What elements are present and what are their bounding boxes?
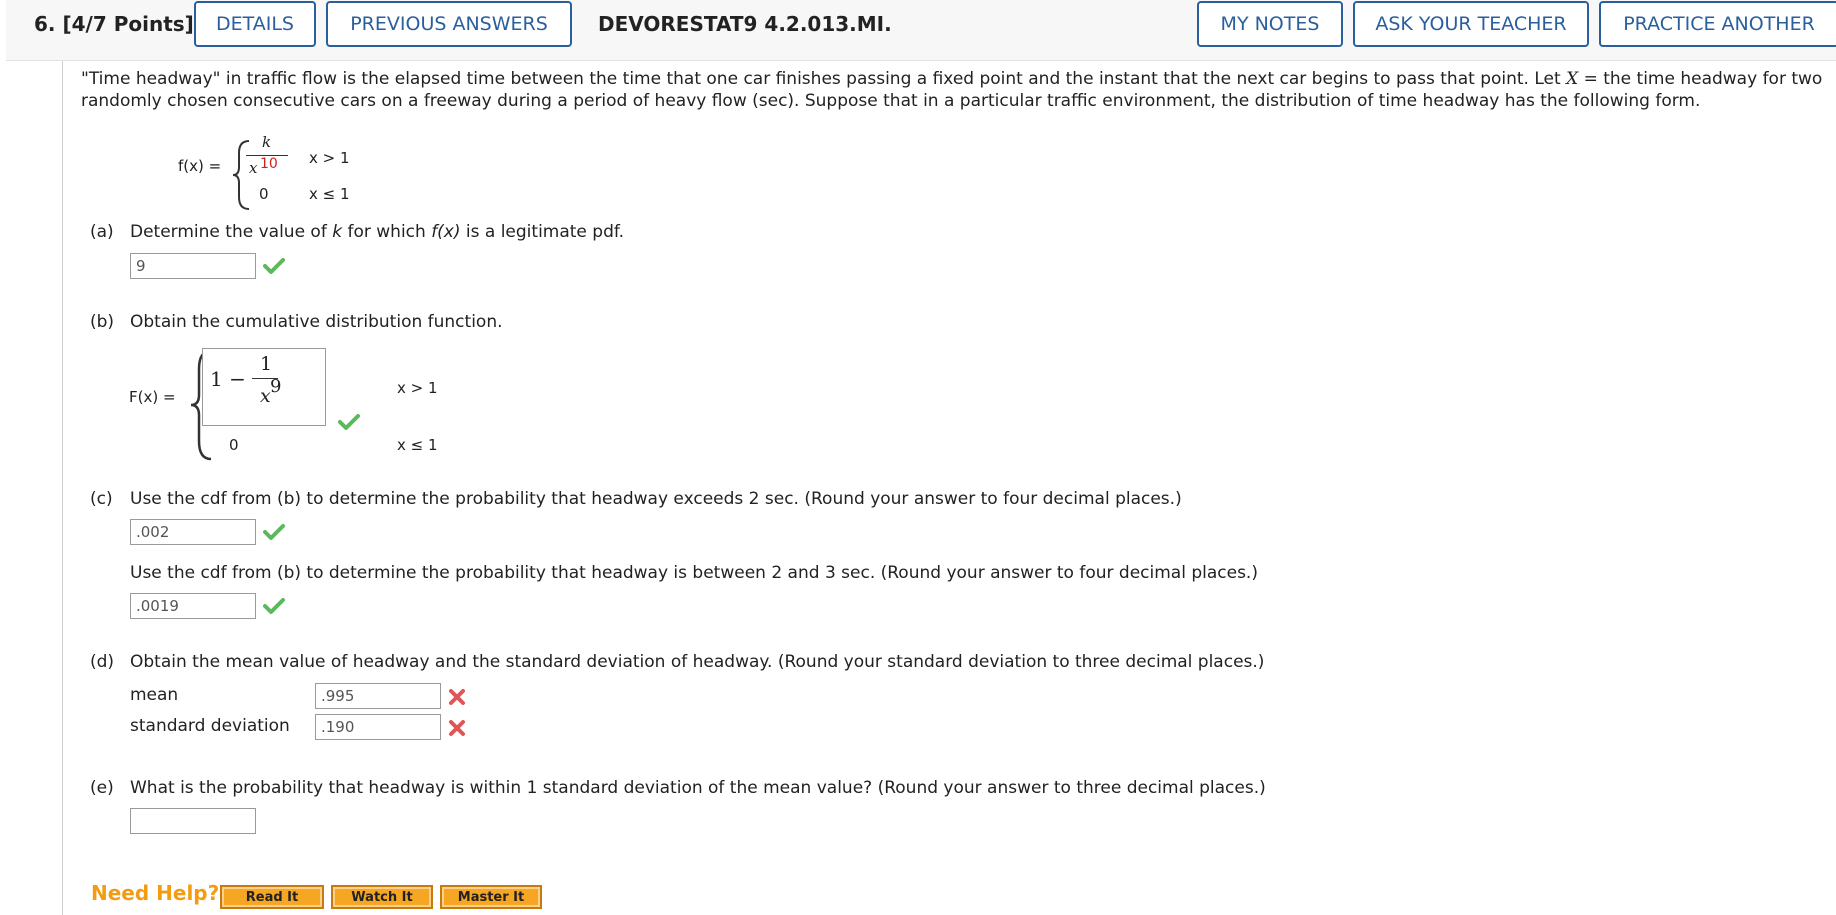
part-b-label: (b) (90, 312, 115, 332)
question-header: 6. [4/7 Points] DETAILS PREVIOUS ANSWERS… (6, 0, 1836, 61)
part-d-question: Obtain the mean value of headway and the… (130, 652, 1265, 672)
intro-text-b: = the time headway for two (1578, 69, 1823, 89)
ask-your-teacher-button[interactable]: ASK YOUR TEACHER (1353, 1, 1589, 47)
part-a-answer-input[interactable]: 9 (130, 253, 256, 279)
question-points-label: 6. [4/7 Points] (34, 12, 194, 36)
part-a-fx: f(x) (431, 222, 461, 242)
mean-answer-input[interactable]: .995 (315, 683, 441, 709)
part-c-2-check-icon (263, 598, 285, 614)
previous-answers-button[interactable]: PREVIOUS ANSWERS (326, 1, 572, 47)
cdf-one-minus: 1 − (210, 367, 246, 391)
pdf-condition-1: x > 1 (309, 149, 350, 167)
part-c-answer-1-input[interactable]: .002 (130, 519, 256, 545)
part-c-label: (c) (90, 489, 113, 509)
pdf-condition-2: x ≤ 1 (309, 185, 350, 203)
pdf-k: k (262, 133, 272, 151)
part-a-text-1: Determine the value of (130, 222, 333, 242)
pdf-lhs: f(x) = (178, 157, 222, 175)
details-button[interactable]: DETAILS (194, 1, 316, 47)
master-it-button[interactable]: Master It (440, 885, 542, 909)
sd-label: standard deviation (130, 716, 290, 736)
part-a-question: Determine the value of k for which f(x) … (130, 222, 624, 242)
cdf-condition-2: x ≤ 1 (397, 436, 438, 454)
sd-incorrect-icon (449, 720, 465, 736)
cdf-condition-1: x > 1 (397, 379, 438, 397)
cdf-numerator: 1 (260, 353, 273, 375)
need-help-label: Need Help? (91, 881, 220, 905)
part-a-k: k (332, 222, 343, 242)
cdf-zero: 0 (229, 436, 239, 454)
part-a-text-3: is a legitimate pdf. (460, 222, 625, 242)
question-body: "Time headway" in traffic flow is the el… (62, 61, 1836, 915)
part-d-label: (d) (90, 652, 115, 672)
sd-answer-input[interactable]: .190 (315, 714, 441, 740)
cdf-exponent: 9 (270, 376, 282, 397)
intro-text-a: "Time headway" in traffic flow is the el… (81, 69, 1567, 89)
part-b-question: Obtain the cumulative distribution funct… (130, 312, 503, 332)
watch-it-button[interactable]: Watch It (331, 885, 433, 909)
mean-label: mean (130, 685, 179, 705)
part-c-answer-2-input[interactable]: .0019 (130, 593, 256, 619)
part-e-question: What is the probability that headway is … (130, 778, 1266, 798)
read-it-button[interactable]: Read It (220, 885, 324, 909)
cdf-lhs: F(x) = (129, 388, 176, 406)
part-e-answer-input[interactable] (130, 808, 256, 834)
part-a-label: (a) (90, 222, 114, 242)
pdf-exponent: 10 (260, 156, 278, 172)
part-e-label: (e) (90, 778, 114, 798)
part-c-1-check-icon (263, 524, 285, 540)
part-c-question-1: Use the cdf from (b) to determine the pr… (130, 489, 1182, 509)
pdf-x: x (249, 159, 258, 177)
intro-line-1: "Time headway" in traffic flow is the el… (81, 69, 1822, 89)
my-notes-button[interactable]: MY NOTES (1197, 1, 1343, 47)
part-a-check-icon (263, 258, 285, 274)
practice-another-button[interactable]: PRACTICE ANOTHER (1599, 1, 1836, 47)
part-c-question-2: Use the cdf from (b) to determine the pr… (130, 563, 1258, 583)
intro-line-2: randomly chosen consecutive cars on a fr… (81, 91, 1701, 111)
part-b-check-icon (338, 414, 360, 430)
question-code: DEVORESTAT9 4.2.013.MI. (598, 12, 892, 36)
mean-incorrect-icon (449, 689, 465, 705)
intro-variable: X (1566, 69, 1579, 89)
part-a-text-2: for which (342, 222, 432, 242)
pdf-zero: 0 (259, 185, 269, 203)
